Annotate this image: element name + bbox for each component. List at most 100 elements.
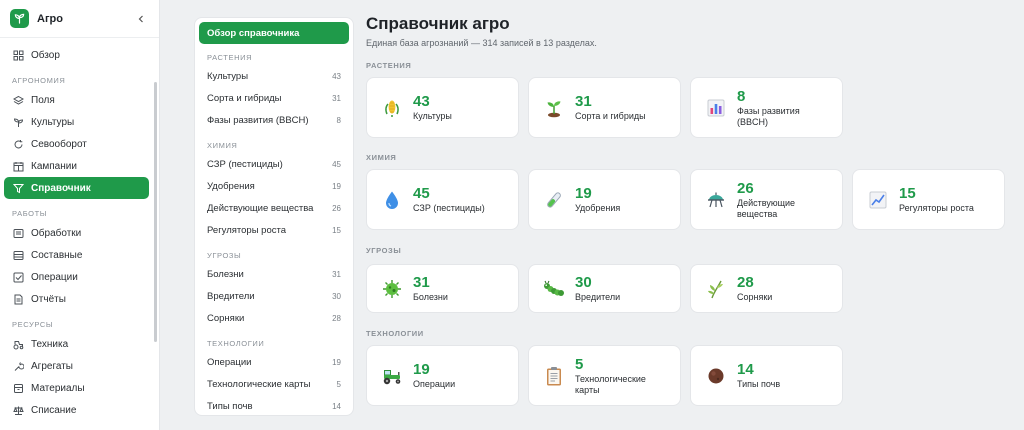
nav-item-implements[interactable]: Агрегаты [4,355,149,377]
nav-item-label: Справочник [31,182,91,194]
category-item-varieties[interactable]: Сорта и гибриды 31 [199,87,349,109]
card-active-substances[interactable]: 26 Действующие вещества [690,169,843,230]
wrench-icon [12,360,24,372]
brand-header: Агро [0,0,159,38]
card-growth-regulators[interactable]: 15 Регуляторы роста [852,169,1005,230]
card-count: 45 [413,185,430,202]
category-count: 14 [332,402,341,412]
card-fertilizers[interactable]: 19 Удобрения [528,169,681,230]
card-count: 14 [737,361,754,378]
sidebar-scrollbar[interactable] [154,82,157,342]
category-label: Действующие вещества [207,203,314,215]
card-soil-types[interactable]: 14 Типы почв [690,345,843,406]
category-label: Культуры [207,70,249,82]
nav-item-label: Культуры [31,116,75,128]
category-count: 8 [336,116,341,126]
nav-item-label: Операции [31,271,78,283]
category-count: 19 [332,357,341,367]
nav-item-crops[interactable]: Культуры [4,111,149,133]
droplet-icon [381,189,403,211]
category-item-fertilizers[interactable]: Удобрения 19 [199,175,349,197]
weed-icon [705,278,727,300]
grid-icon [12,49,24,61]
nav-item-fields[interactable]: Поля [4,89,149,111]
nav-item-campaigns[interactable]: Кампании [4,155,149,177]
funnel-icon [12,182,24,194]
main-nav: Обзор АГРОНОМИЯ Поля Культуры Севооборот… [0,38,159,421]
test-tube-icon [543,189,565,211]
group-title: ХИМИЯ [366,153,397,162]
page-title: Справочник агро [366,14,510,33]
category-count: 31 [332,93,341,103]
category-label: Сорняки [207,313,245,325]
card-label: Действующие вещества [737,197,796,219]
sprout-icon [12,116,24,128]
checkbox-icon [12,271,24,283]
card-count: 30 [575,274,592,291]
nav-item-treatments[interactable]: Обработки [4,222,149,244]
category-item-soil-types[interactable]: Типы почв 14 [199,396,349,418]
category-item-operations[interactable]: Операции 19 [199,351,349,373]
card-label: Регуляторы роста [899,203,974,213]
category-item-diseases[interactable]: Болезни 31 [199,263,349,285]
leaf-logo-icon [10,9,29,28]
category-item-pests[interactable]: Вредители 30 [199,285,349,307]
nav-section-title: АГРОНОМИЯ [12,76,66,85]
card-pests[interactable]: 30 Вредители [528,264,681,313]
microbe-icon [381,278,403,300]
category-item-pesticides[interactable]: СЗР (пестициды) 45 [199,153,349,175]
category-item-weeds[interactable]: Сорняки 28 [199,308,349,330]
category-label: Удобрения [207,180,255,192]
nav-item-crop-rotation[interactable]: Севооборот [4,133,149,155]
chevron-left-icon[interactable] [133,11,149,27]
nav-section-title: РАБОТЫ [12,209,47,218]
category-item-active-substances[interactable]: Действующие вещества 26 [199,197,349,219]
card-count: 19 [413,361,430,378]
category-label: Вредители [207,291,255,303]
nav-item-reference[interactable]: Справочник [4,177,149,199]
card-count: 28 [737,274,754,291]
card-operations[interactable]: 19 Операции [366,345,519,406]
nav-item-label: Обработки [31,227,82,239]
app-sidebar: Агро Обзор АГРОНОМИЯ Поля Культуры Севоо… [0,0,160,430]
nav-item-label: Списание [31,404,77,416]
card-row: 31 Болезни 30 Вредители 28 Сорняки [366,264,1016,313]
category-count: 15 [332,226,341,236]
card-tech-maps[interactable]: 5 Технологические карты [528,345,681,406]
nav-item-materials[interactable]: Материалы [4,377,149,399]
category-item-growth-stages[interactable]: Фазы развития (BBCH) 8 [199,110,349,132]
nav-item-operations[interactable]: Операции [4,266,149,288]
category-count: 31 [332,269,341,279]
group-title: РАСТЕНИЯ [366,61,412,70]
category-item-tech-maps[interactable]: Технологические карты 5 [199,373,349,395]
nav-item-overview[interactable]: Обзор [4,44,149,66]
catalog-overview-button[interactable]: Обзор справочника [199,22,349,44]
card-label: Фазы развития (BBCH) [737,105,800,127]
nav-item-reports[interactable]: Отчёты [4,288,149,310]
card-count: 31 [413,274,430,291]
card-pesticides[interactable]: 45 СЗР (пестициды) [366,169,519,230]
card-diseases[interactable]: 31 Болезни [366,264,519,313]
card-count: 31 [575,93,592,110]
nav-item-label: Составные [31,249,83,261]
card-label: Сорта и гибриды [575,111,646,121]
nav-item-label: Обзор [31,49,60,61]
main-content: Справочник агро Единая база агрознаний —… [366,14,1016,406]
category-label: Типы почв [207,401,253,413]
card-varieties[interactable]: 31 Сорта и гибриды [528,77,681,138]
category-item-crops[interactable]: Культуры 43 [199,65,349,87]
bar-chart-icon [705,97,727,119]
reference-category-panel: Обзор справочника РАСТЕНИЯ Культуры 43 Со… [194,17,354,416]
card-crops[interactable]: 43 Культуры [366,77,519,138]
nav-item-label: Севооборот [31,138,87,150]
nav-item-machinery[interactable]: Техника [4,333,149,355]
nav-item-composite[interactable]: Составные [4,244,149,266]
card-count: 26 [737,179,754,197]
card-weeds[interactable]: 28 Сорняки [690,264,843,313]
card-label: Технологические карты [575,373,646,395]
nav-item-write-off[interactable]: Списание [4,399,149,421]
category-label: Операции [207,356,252,368]
category-item-growth-regulators[interactable]: Регуляторы роста 15 [199,220,349,242]
card-growth-stages[interactable]: 8 Фазы развития (BBCH) [690,77,843,138]
list-icon [12,227,24,239]
